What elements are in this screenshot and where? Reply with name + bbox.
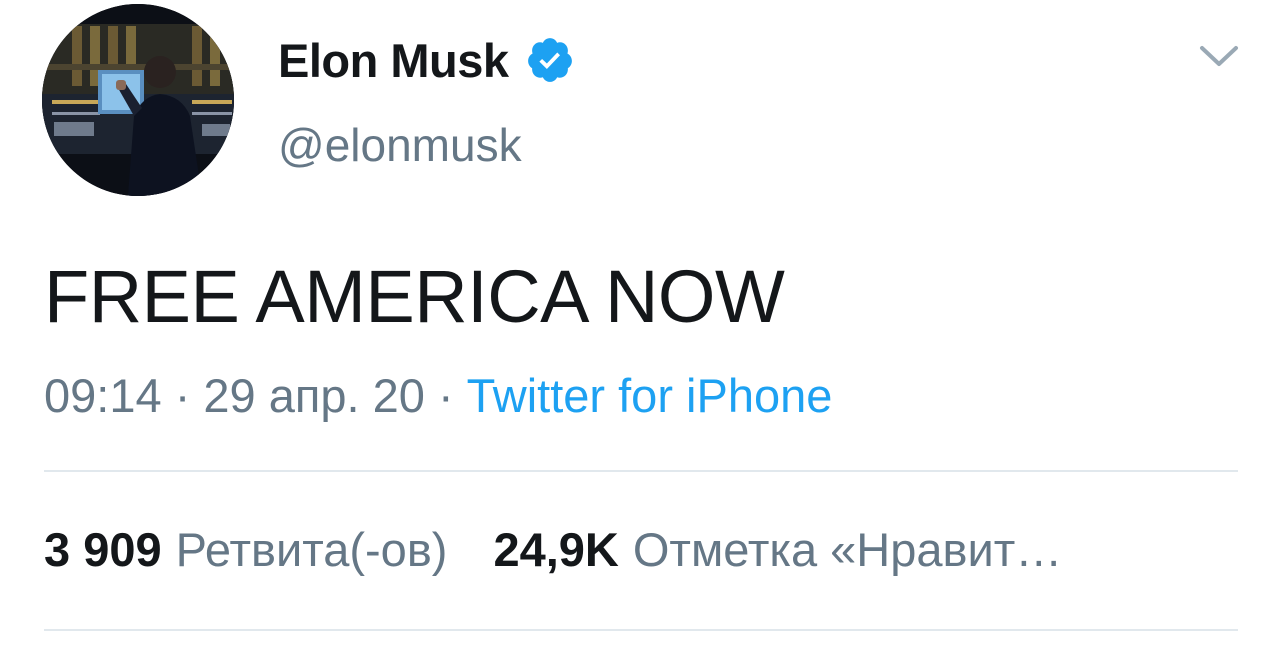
tweet-source-link[interactable]: Twitter for iPhone xyxy=(467,369,833,422)
display-name[interactable]: Elon Musk xyxy=(278,33,509,88)
tweet-meta: 09:14 · 29 апр. 20 · Twitter for iPhone xyxy=(44,368,832,423)
meta-separator: · xyxy=(174,369,204,422)
user-handle[interactable]: @elonmusk xyxy=(278,118,522,172)
retweets-count: 3 909 xyxy=(44,523,162,576)
likes-stat[interactable]: 24,9K Отметка «Нравит… xyxy=(493,522,1062,577)
tweet-detail: Elon Musk @elonmusk FREE AMERICA NOW 09:… xyxy=(0,0,1280,668)
tweet-time: 09:14 xyxy=(44,369,162,422)
tweet-text: FREE AMERICA NOW xyxy=(44,255,785,338)
chevron-down-icon[interactable] xyxy=(1196,36,1242,76)
meta-separator: · xyxy=(437,369,467,422)
likes-label: Отметка «Нравит… xyxy=(632,523,1063,576)
retweets-stat[interactable]: 3 909 Ретвита(-ов) xyxy=(44,522,447,577)
avatar[interactable] xyxy=(42,4,234,196)
verified-badge-icon xyxy=(525,35,575,85)
divider xyxy=(44,629,1238,631)
user-name-row: Elon Musk xyxy=(278,30,575,90)
divider xyxy=(44,470,1238,472)
likes-count: 24,9K xyxy=(493,523,619,576)
tweet-date: 29 апр. 20 xyxy=(203,369,425,422)
retweets-label: Ретвита(-ов) xyxy=(175,523,448,576)
tweet-stats: 3 909 Ретвита(-ов) 24,9K Отметка «Нравит… xyxy=(44,522,1062,577)
avatar-image xyxy=(42,4,234,196)
